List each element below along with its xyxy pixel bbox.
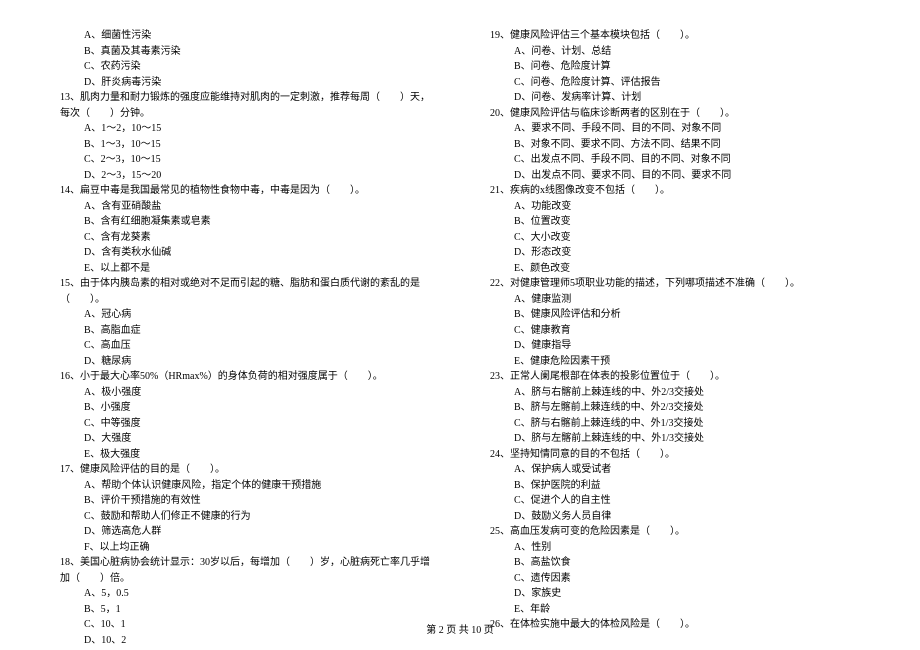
option-e: E、以上都不是: [84, 261, 430, 277]
option-a: A、冠心病: [84, 307, 430, 323]
option-a: A、脐与右髂前上棘连线的中、外2/3交接处: [514, 385, 860, 401]
option-e: E、极大强度: [84, 447, 430, 463]
option-b: B、保护医院的利益: [514, 478, 860, 494]
option-a: A、问卷、计划、总结: [514, 44, 860, 60]
question-17: 17、健康风险评估的目的是（ ）。: [60, 462, 430, 478]
option-d: D、大强度: [84, 431, 430, 447]
option-b: B、含有红细胞凝集素或皂素: [84, 214, 430, 230]
option-d: D、健康指导: [514, 338, 860, 354]
option-d: D、2～3，15～20: [84, 168, 430, 184]
q20-options: A、要求不同、手段不同、目的不同、对象不同 B、对象不同、要求不同、方法不同、结…: [490, 121, 860, 183]
question-14: 14、扁豆中毒是我国最常见的植物性食物中毒，中毒是因为（ ）。: [60, 183, 430, 199]
option-d: D、脐与左髂前上棘连线的中、外1/3交接处: [514, 431, 860, 447]
option-d: D、问卷、发病率计算、计划: [514, 90, 860, 106]
option-c: C、农药污染: [84, 59, 430, 75]
option-a: A、极小强度: [84, 385, 430, 401]
q21-options: A、功能改变 B、位置改变 C、大小改变 D、形态改变 E、颜色改变: [490, 199, 860, 277]
option-c: C、脐与右髂前上棘连线的中、外1/3交接处: [514, 416, 860, 432]
q18-options: A、5，0.5 B、5，1 C、10、1 D、10、2: [60, 586, 430, 648]
q24-options: A、保护病人或受试者 B、保护医院的利益 C、促进个人的自主性 D、鼓励义务人员…: [490, 462, 860, 524]
option-d: D、含有类秋水仙碱: [84, 245, 430, 261]
question-23: 23、正常人阑尾根部在体表的投影位置位于（ ）。: [490, 369, 860, 385]
q15-options: A、冠心病 B、高脂血症 C、高血压 D、糖尿病: [60, 307, 430, 369]
option-b: B、真菌及其毒素污染: [84, 44, 430, 60]
option-d: D、肝炎病毒污染: [84, 75, 430, 91]
option-d: D、家族史: [514, 586, 860, 602]
option-b: B、对象不同、要求不同、方法不同、结果不同: [514, 137, 860, 153]
option-d: D、筛选高危人群: [84, 524, 430, 540]
option-a: A、含有亚硝酸盐: [84, 199, 430, 215]
option-d: D、糖尿病: [84, 354, 430, 370]
option-c: C、大小改变: [514, 230, 860, 246]
q14-options: A、含有亚硝酸盐 B、含有红细胞凝集素或皂素 C、含有龙葵素 D、含有类秋水仙碱…: [60, 199, 430, 277]
question-16: 16、小于最大心率50%（HRmax%）的身体负荷的相对强度属于（ ）。: [60, 369, 430, 385]
option-a: A、性别: [514, 540, 860, 556]
option-b: B、5，1: [84, 602, 430, 618]
q19-options: A、问卷、计划、总结 B、问卷、危险度计算 C、问卷、危险度计算、评估报告 D、…: [490, 44, 860, 106]
option-d: D、形态改变: [514, 245, 860, 261]
option-c: C、中等强度: [84, 416, 430, 432]
right-column: 19、健康风险评估三个基本模块包括（ ）。 A、问卷、计划、总结 B、问卷、危险…: [490, 28, 860, 648]
question-15: 15、由于体内胰岛素的相对或绝对不足而引起的糖、脂肪和蛋白质代谢的紊乱的是（ ）…: [60, 276, 430, 307]
question-25: 25、高血压发病可变的危险因素是（ ）。: [490, 524, 860, 540]
option-b: B、问卷、危险度计算: [514, 59, 860, 75]
option-b: B、高脂血症: [84, 323, 430, 339]
option-c: C、鼓励和帮助人们修正不健康的行为: [84, 509, 430, 525]
option-e: E、健康危险因素干预: [514, 354, 860, 370]
option-b: B、评价干预措施的有效性: [84, 493, 430, 509]
option-b: B、位置改变: [514, 214, 860, 230]
question-24: 24、坚持知情同意的目的不包括（ ）。: [490, 447, 860, 463]
option-b: B、1～3，10～15: [84, 137, 430, 153]
q25-options: A、性别 B、高盐饮食 C、遗传因素 D、家族史 E、年龄: [490, 540, 860, 618]
option-e: E、颜色改变: [514, 261, 860, 277]
question-21: 21、疾病的x线图像改变不包括（ ）。: [490, 183, 860, 199]
option-a: A、5，0.5: [84, 586, 430, 602]
option-c: C、高血压: [84, 338, 430, 354]
option-a: A、1～2，10～15: [84, 121, 430, 137]
option-d: D、出发点不同、要求不同、目的不同、要求不同: [514, 168, 860, 184]
option-a: A、功能改变: [514, 199, 860, 215]
left-column: A、细菌性污染 B、真菌及其毒素污染 C、农药污染 D、肝炎病毒污染 13、肌肉…: [60, 28, 430, 648]
option-b: B、健康风险评估和分析: [514, 307, 860, 323]
option-c: C、遗传因素: [514, 571, 860, 587]
question-13: 13、肌肉力量和耐力锻炼的强度应能维持对肌肉的一定刺激，推荐每周（ ）天，每次（…: [60, 90, 430, 121]
question-19: 19、健康风险评估三个基本模块包括（ ）。: [490, 28, 860, 44]
option-e: E、年龄: [514, 602, 860, 618]
question-20: 20、健康风险评估与临床诊断两者的区别在于（ ）。: [490, 106, 860, 122]
q12-options-continued: A、细菌性污染 B、真菌及其毒素污染 C、农药污染 D、肝炎病毒污染: [60, 28, 430, 90]
option-c: C、健康教育: [514, 323, 860, 339]
q23-options: A、脐与右髂前上棘连线的中、外2/3交接处 B、脐与左髂前上棘连线的中、外2/3…: [490, 385, 860, 447]
page-footer: 第 2 页 共 10 页: [0, 621, 920, 636]
q16-options: A、极小强度 B、小强度 C、中等强度 D、大强度 E、极大强度: [60, 385, 430, 463]
option-a: A、健康监测: [514, 292, 860, 308]
option-c: C、问卷、危险度计算、评估报告: [514, 75, 860, 91]
option-c: C、促进个人的自主性: [514, 493, 860, 509]
q22-options: A、健康监测 B、健康风险评估和分析 C、健康教育 D、健康指导 E、健康危险因…: [490, 292, 860, 370]
option-b: B、小强度: [84, 400, 430, 416]
option-a: A、要求不同、手段不同、目的不同、对象不同: [514, 121, 860, 137]
option-c: C、出发点不同、手段不同、目的不同、对象不同: [514, 152, 860, 168]
option-b: B、脐与左髂前上棘连线的中、外2/3交接处: [514, 400, 860, 416]
option-d: D、鼓励义务人员自律: [514, 509, 860, 525]
option-a: A、帮助个体认识健康风险，指定个体的健康干预措施: [84, 478, 430, 494]
q13-options: A、1～2，10～15 B、1～3，10～15 C、2～3，10～15 D、2～…: [60, 121, 430, 183]
question-22: 22、对健康管理师5项职业功能的描述，下列哪项描述不准确（ ）。: [490, 276, 860, 292]
question-18: 18、美国心脏病协会统计显示：30岁以后，每增加（ ）岁，心脏病死亡率几乎增加（…: [60, 555, 430, 586]
option-c: C、2～3，10～15: [84, 152, 430, 168]
option-a: A、保护病人或受试者: [514, 462, 860, 478]
option-b: B、高盐饮食: [514, 555, 860, 571]
option-c: C、含有龙葵素: [84, 230, 430, 246]
two-column-layout: A、细菌性污染 B、真菌及其毒素污染 C、农药污染 D、肝炎病毒污染 13、肌肉…: [60, 28, 860, 648]
option-a: A、细菌性污染: [84, 28, 430, 44]
option-f: F、以上均正确: [84, 540, 430, 556]
q17-options: A、帮助个体认识健康风险，指定个体的健康干预措施 B、评价干预措施的有效性 C、…: [60, 478, 430, 556]
